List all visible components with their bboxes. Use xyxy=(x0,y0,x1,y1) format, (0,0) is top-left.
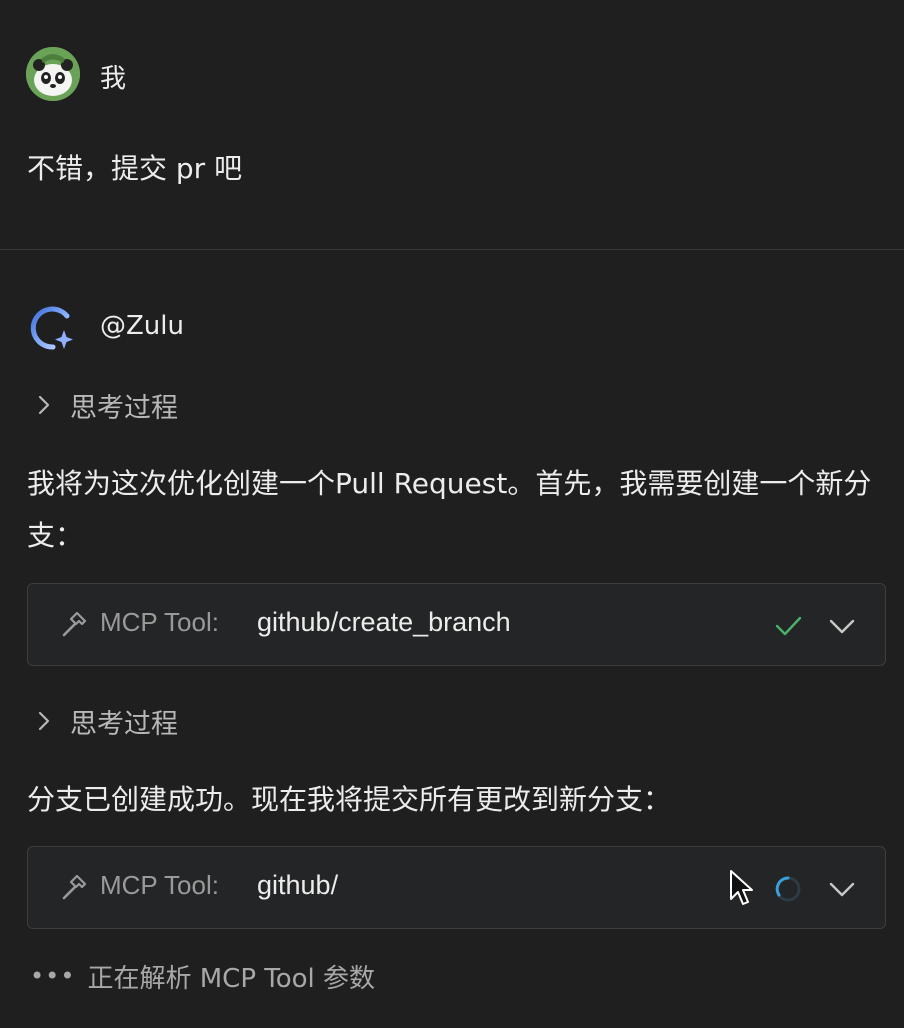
assistant-avatar xyxy=(27,302,79,354)
ellipsis-icon: ••• xyxy=(30,962,76,990)
user-name: 我 xyxy=(100,64,127,94)
thinking-toggle-2[interactable]: 思考过程 xyxy=(30,701,178,741)
user-message: 不错，提交 pr 吧 xyxy=(27,152,243,185)
spinner-icon xyxy=(775,876,801,902)
hammer-icon xyxy=(62,611,87,637)
assistant-name: @Zulu xyxy=(100,311,184,341)
chevron-down-icon[interactable] xyxy=(827,874,857,904)
tool-prefix: MCP Tool: xyxy=(100,607,219,637)
tool-prefix: MCP Tool: xyxy=(100,870,219,900)
message-divider xyxy=(0,249,904,250)
chevron-down-icon[interactable] xyxy=(827,611,857,641)
tool-call-card-2[interactable]: MCP Tool: github/ xyxy=(27,846,886,929)
assistant-paragraph-2: 分支已创建成功。现在我将提交所有更改到新分支： xyxy=(27,783,672,816)
mouse-cursor-icon xyxy=(730,870,753,905)
user-avatar xyxy=(26,47,80,101)
hammer-icon xyxy=(62,874,87,900)
panda-avatar-icon xyxy=(26,47,80,101)
assistant-paragraph-1: 我将为这次优化创建一个Pull Request。首先，我需要创建一个新分支： xyxy=(27,467,872,552)
zulu-logo-icon xyxy=(30,306,73,350)
parsing-status-text: 正在解析 MCP Tool 参数 xyxy=(87,963,376,994)
check-icon xyxy=(775,616,802,636)
chevron-right-icon xyxy=(38,711,50,731)
tool-call-card-1[interactable]: MCP Tool: github/create_branch xyxy=(27,583,886,666)
thinking-label: 思考过程 xyxy=(70,392,178,424)
thinking-toggle-1[interactable]: 思考过程 xyxy=(30,385,178,425)
tool-name: github/create_branch xyxy=(257,607,511,637)
chevron-right-icon xyxy=(38,395,50,415)
thinking-label: 思考过程 xyxy=(70,708,178,740)
parsing-status: ••• 正在解析 MCP Tool 参数 xyxy=(30,956,375,996)
tool-name: github/ xyxy=(257,870,339,900)
